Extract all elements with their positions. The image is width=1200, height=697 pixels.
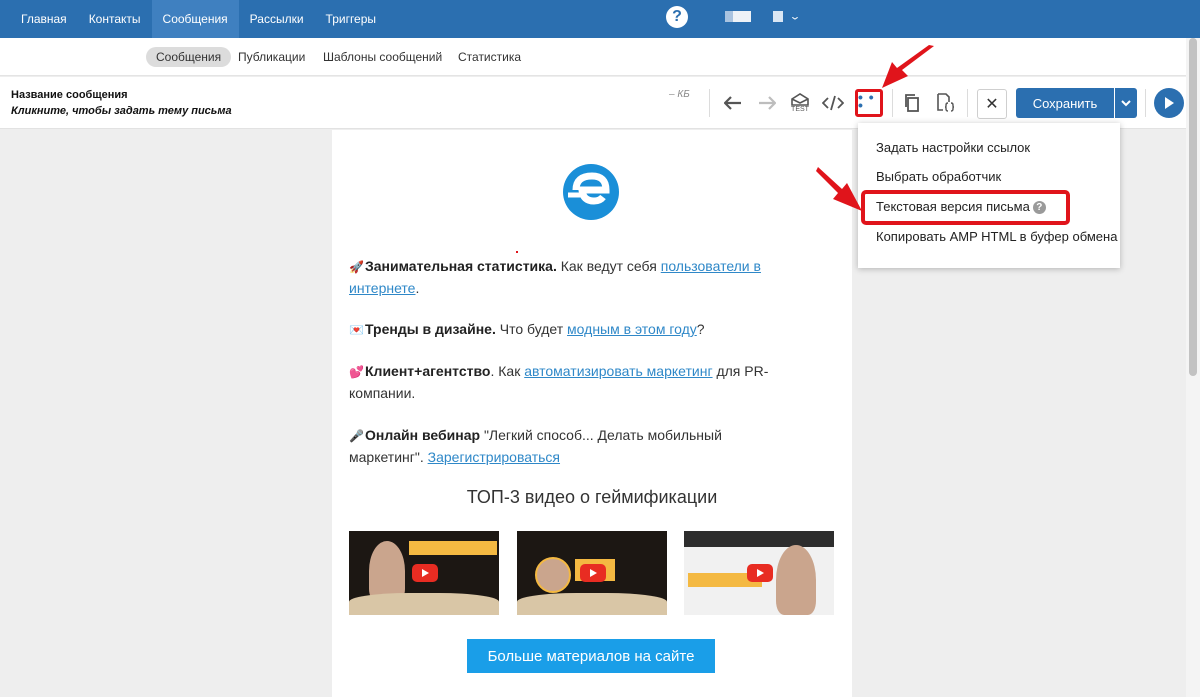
tab-messages[interactable]: Сообщения [146,47,232,67]
video-thumbnail-1[interactable] [349,531,499,615]
client-agency-heading: Клиент+агентство [365,363,491,379]
chevron-down-icon[interactable]: ⌄ [789,11,801,23]
email-preview: 🚀Занимательная статистика. Как ведут себ… [332,130,852,697]
youtube-play-icon[interactable] [580,564,606,582]
two-hearts-icon: 💕 [349,365,364,379]
paragraph-design: 💌Тренды в дизайне. Что будет модным в эт… [349,319,799,341]
paragraph-client-agency: 💕Клиент+агентство. Как автоматизировать … [349,361,799,404]
close-button[interactable]: ✕ [977,89,1007,119]
statistics-text: Как ведут себя [556,258,661,274]
statistics-heading: Занимательная статистика. [365,258,557,274]
menu-item-copy-amp[interactable]: Копировать AMP HTML в буфер обмена [876,229,1117,244]
undo-icon[interactable] [721,91,745,115]
play-icon[interactable] [1154,88,1184,118]
sub-navigation: Сообщения Публикации Шаблоны сообщений С… [0,38,1200,76]
menu-item-link-settings[interactable]: Задать настройки ссылок [876,140,1030,155]
love-letter-icon: 💌 [349,323,364,337]
nav-item-contacts[interactable]: Контакты [78,0,152,38]
editor-toolbar: Название сообщения Кликните, чтобы задат… [0,77,1186,129]
scrollbar-thumb[interactable] [1189,38,1197,376]
tab-publications[interactable]: Публикации [228,47,315,67]
nav-item-home[interactable]: Главная [0,0,78,38]
thumb-ground [517,593,667,615]
paragraph-webinar: 🎤Онлайн вебинар "Легкий способ... Делать… [349,425,799,468]
page-scrollbar[interactable] [1186,38,1200,697]
youtube-play-icon[interactable] [747,564,773,582]
thumb-person [369,541,405,601]
highlight-box [861,190,1070,225]
save-button[interactable]: Сохранить [1016,88,1114,118]
message-size: – КБ [669,89,690,100]
test-send-icon[interactable]: TEST [788,91,812,115]
rocket-icon: 🚀 [349,260,364,274]
webinar-heading: Онлайн вебинар [365,427,481,443]
nav-item-messages[interactable]: Сообщения [151,0,239,38]
toolbar-divider [892,89,893,117]
project-placeholder-icon[interactable] [773,11,783,22]
video-section-title: ТОП-3 видео о геймификации [466,487,718,507]
nav-item-triggers[interactable]: Триггеры [315,0,388,38]
statistics-end: . [415,280,420,296]
redo-icon[interactable] [755,91,779,115]
design-heading: Тренды в дизайне. [365,321,496,337]
trendy-link[interactable]: модным в этом году [567,321,697,337]
client-agency-text: . Как [490,363,525,379]
menu-item-select-handler[interactable]: Выбрать обработчик [876,169,1001,184]
tab-statistics[interactable]: Статистика [448,47,531,67]
more-options-button[interactable]: • • • [855,89,883,117]
register-link[interactable]: Зарегистрироваться [428,449,560,465]
video-thumbnail-2[interactable] [517,531,667,615]
design-end: ? [696,321,705,337]
toolbar-divider [967,89,968,117]
subject-hint[interactable]: Кликните, чтобы задать тему письма [11,105,232,117]
esputnik-logo-icon [563,164,619,220]
copy-icon[interactable] [900,91,924,115]
video-thumbnail-3[interactable] [684,531,834,615]
save-options-chevron-icon[interactable] [1115,88,1137,118]
top-navigation: Главная Контакты Сообщения Рассылки Триг… [0,0,1200,38]
automate-link[interactable]: автоматизировать маркетинг [524,363,712,379]
code-icon[interactable] [821,91,845,115]
help-icon[interactable]: ? [666,6,688,28]
annotation-arrow-icon [816,167,862,211]
tab-message-templates[interactable]: Шаблоны сообщений [313,47,452,67]
design-text: Что будет [495,321,568,337]
account-placeholder-icon[interactable] [725,11,751,22]
paragraph-statistics: 🚀Занимательная статистика. Как ведут себ… [349,256,799,299]
thumb-person [776,545,816,615]
message-name[interactable]: Название сообщения [11,89,128,101]
thumb-header [684,531,834,547]
toolbar-divider [709,89,710,117]
annotation-arrow-icon [882,45,934,88]
nav-item-campaigns[interactable]: Рассылки [239,0,315,38]
youtube-play-icon[interactable] [412,564,438,582]
toolbar-divider [1145,89,1146,117]
more-options-menu: Задать настройки ссылок Выбрать обработч… [858,123,1120,268]
thumb-banner [409,541,497,555]
more-materials-button[interactable]: Больше материалов на сайте [467,639,715,673]
json-icon[interactable] [933,91,957,115]
ellipsis-icon: • • • [858,89,875,113]
thumb-ground [349,593,499,615]
red-dot [516,251,518,253]
microphone-icon: 🎤 [349,429,364,443]
thumb-person [535,557,571,593]
